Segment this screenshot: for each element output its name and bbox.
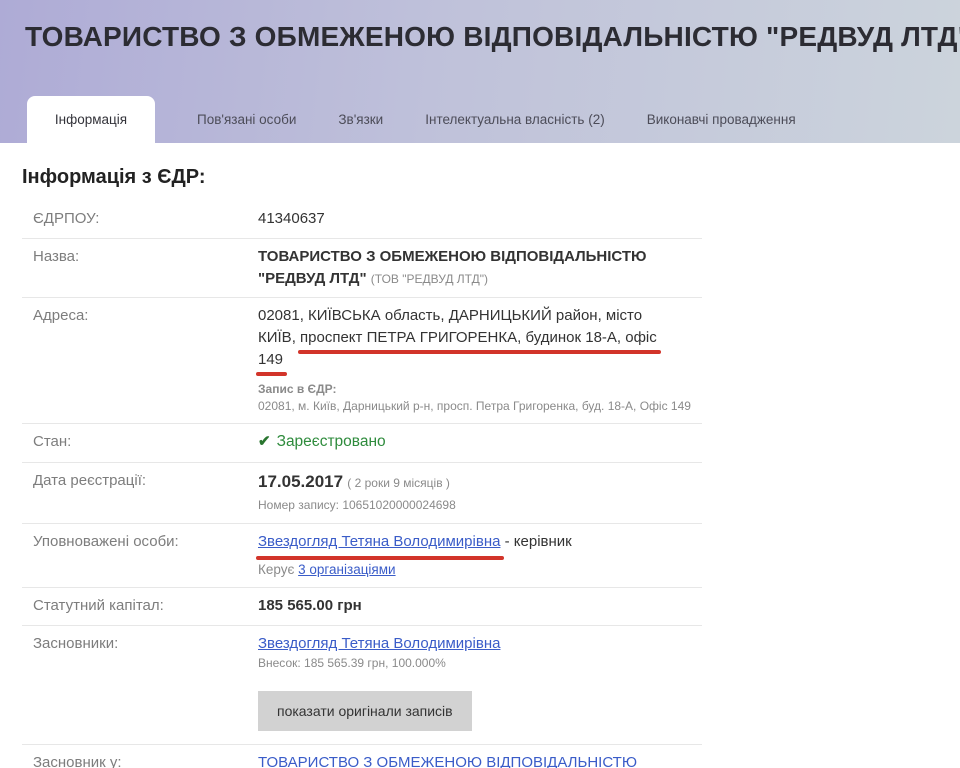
record-number: Номер запису: 10651020000024698 [258, 497, 702, 514]
manages-prefix: Керує [258, 562, 294, 577]
officer-link[interactable]: Звездогляд Тетяна Володимирівна [258, 533, 500, 550]
capital-label: Статутний капітал: [22, 595, 258, 617]
red-underline-annotation: проспект ПЕТРА ГРИГОРЕНКА, будинок 18-А,… [300, 327, 657, 349]
officers-value-block: Звездогляд Тетяна Володимирівна - керівн… [258, 531, 702, 579]
name-label: Назва: [22, 246, 258, 290]
company-profile-page: ТОВАРИСТВО З ОБМЕЖЕНОЮ ВІДПОВІДАЛЬНІСТЮ … [0, 0, 960, 768]
address-value-block: 02081, КИЇВСЬКА область, ДАРНИЦЬКИЙ райо… [258, 305, 702, 415]
tab-related-persons[interactable]: Пов'язані особи [176, 96, 317, 143]
edrpou-label: ЄДРПОУ: [22, 208, 258, 230]
section-title: Інформація з ЄДР: [22, 166, 960, 189]
address-line2-prefix: КИЇВ, [258, 329, 300, 346]
manages-organizations-link[interactable]: 3 організаціями [298, 562, 395, 577]
founder-link[interactable]: Звездогляд Тетяна Володимирівна [258, 635, 500, 652]
officer-role: - керівник [500, 533, 571, 550]
registration-date: 17.05.2017 [258, 472, 343, 491]
founder-contribution: Внесок: 185 565.39 грн, 100.000% [258, 655, 702, 672]
founder-of-value-block: ТОВАРИСТВО З ОБМЕЖЕНОЮ ВІДПОВІДАЛЬНІСТЮ … [258, 752, 702, 768]
table-row-founder-of: Засновник у: ТОВАРИСТВО З ОБМЕЖЕНОЮ ВІДП… [22, 745, 702, 768]
company-short-name: (ТОВ "РЕДВУД ЛТД") [371, 272, 488, 286]
show-original-records-button[interactable]: показати оригінали записів [258, 691, 472, 731]
red-underline-annotation: 149 [258, 349, 283, 371]
reg-date-line: 17.05.2017 ( 2 роки 9 місяців ) [258, 470, 702, 495]
reg-date-value-block: 17.05.2017 ( 2 роки 9 місяців ) Номер за… [258, 470, 702, 515]
capital-value: 185 565.00 грн [258, 595, 702, 617]
tab-connections[interactable]: Зв'язки [317, 96, 404, 143]
tab-information[interactable]: Інформація [27, 96, 155, 143]
table-row-status: Стан: ✔ Зареєстровано [22, 424, 702, 462]
table-row-capital: Статутний капітал: 185 565.00 грн [22, 588, 702, 626]
officers-label: Уповноважені особи: [22, 531, 258, 579]
company-age: ( 2 роки 9 місяців ) [347, 476, 450, 490]
company-title: ТОВАРИСТВО З ОБМЕЖЕНОЮ ВІДПОВІДАЛЬНІСТЮ … [0, 0, 960, 53]
status-label: Стан: [22, 431, 258, 453]
tab-intellectual-property[interactable]: Інтелектуальна власність (2) [404, 96, 625, 143]
founder-line: Звездогляд Тетяна Володимирівна [258, 633, 702, 655]
table-row-officers: Уповноважені особи: Звездогляд Тетяна Во… [22, 524, 702, 588]
edrpou-value: 41340637 [258, 208, 702, 230]
table-row-registration-date: Дата реєстрації: 17.05.2017 ( 2 роки 9 м… [22, 463, 702, 524]
page-header: ТОВАРИСТВО З ОБМЕЖЕНОЮ ВІДПОВІДАЛЬНІСТЮ … [0, 0, 960, 143]
founders-value-block: Звездогляд Тетяна Володимирівна Внесок: … [258, 633, 702, 736]
check-icon: ✔ [258, 433, 271, 450]
red-underline-annotation: Засновник у: [33, 754, 122, 768]
main-content: Інформація з ЄДР: ЄДРПОУ: 41340637 Назва… [0, 166, 960, 768]
reg-date-label: Дата реєстрації: [22, 470, 258, 515]
edr-record-label: Запис в ЄДР: [258, 381, 702, 398]
name-value-block: ТОВАРИСТВО З ОБМЕЖЕНОЮ ВІДПОВІДАЛЬНІСТЮ … [258, 246, 702, 290]
founders-label: Засновники: [22, 633, 258, 736]
table-row-founders: Засновники: Звездогляд Тетяна Володимирі… [22, 626, 702, 745]
table-row-name: Назва: ТОВАРИСТВО З ОБМЕЖЕНОЮ ВІДПОВІДАЛ… [22, 239, 702, 299]
tab-enforcement-proceedings[interactable]: Виконавчі провадження [626, 96, 817, 143]
address-label: Адреса: [22, 305, 258, 415]
status-value-block: ✔ Зареєстровано [258, 431, 702, 453]
table-row-address: Адреса: 02081, КИЇВСЬКА область, ДАРНИЦЬ… [22, 298, 702, 424]
red-underline-annotation: Звездогляд Тетяна Володимирівна [258, 531, 500, 553]
address-line2: КИЇВ, проспект ПЕТРА ГРИГОРЕНКА, будинок… [258, 327, 702, 349]
tab-bar: Інформація Пов'язані особи Зв'язки Інтел… [0, 96, 960, 143]
officer-line: Звездогляд Тетяна Володимирівна - керівн… [258, 531, 702, 553]
status-badge: Зареєстровано [277, 433, 386, 450]
registry-info-table: ЄДРПОУ: 41340637 Назва: ТОВАРИСТВО З ОБМ… [22, 201, 702, 768]
edr-record-value: 02081, м. Київ, Дарницький р-н, просп. П… [258, 398, 702, 415]
manages-line: Керує 3 організаціями [258, 560, 702, 580]
founder-of-company-link[interactable]: ТОВАРИСТВО З ОБМЕЖЕНОЮ ВІДПОВІДАЛЬНІСТЮ … [258, 754, 637, 768]
founder-of-label: Засновник у: [22, 752, 258, 768]
address-line1: 02081, КИЇВСЬКА область, ДАРНИЦЬКИЙ райо… [258, 305, 702, 327]
table-row-edrpou: ЄДРПОУ: 41340637 [22, 201, 702, 239]
